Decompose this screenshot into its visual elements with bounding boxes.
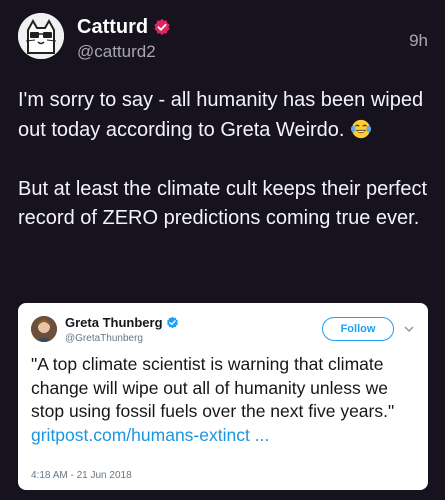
quoted-text-body: "A top climate scientist is warning that… [31,354,395,421]
follow-button[interactable]: Follow [322,317,394,341]
tweet-timestamp[interactable]: 9h [409,31,428,51]
quoted-display-name-text: Greta Thunberg [65,315,163,330]
avatar[interactable] [18,13,64,59]
tweet-header: Catturd @catturd2 9h [0,0,445,80]
tweet-paragraph-1: I'm sorry to say - all humanity has been… [18,86,428,145]
tweet-text: I'm sorry to say - all humanity has been… [18,86,428,234]
quoted-handle[interactable]: @GretaThunberg [65,333,143,344]
quoted-timestamp[interactable]: 4:18 AM - 21 Jun 2018 [31,470,132,481]
portrait-avatar-icon [31,316,57,342]
quoted-display-name[interactable]: Greta Thunberg [65,315,179,330]
verified-badge-icon [154,18,170,36]
cat-avatar-icon [18,13,64,59]
verified-badge-icon [166,316,178,329]
quoted-tweet-text: "A top climate scientist is warning that… [31,353,421,447]
quoted-tweet-card[interactable]: Greta Thunberg @GretaThunberg Follow "A … [18,303,428,490]
quoted-link[interactable]: gritpost.com/humans-extinct ... [31,424,421,448]
display-name-text: Catturd [77,16,149,38]
user-handle[interactable]: @catturd2 [77,42,156,62]
chevron-down-icon[interactable] [403,324,415,334]
tweet-paragraph-2: But at least the climate cult keeps thei… [18,177,428,230]
display-name[interactable]: Catturd [77,16,171,38]
quoted-avatar[interactable] [31,316,57,342]
face-with-tears-of-joy-icon [350,119,372,138]
